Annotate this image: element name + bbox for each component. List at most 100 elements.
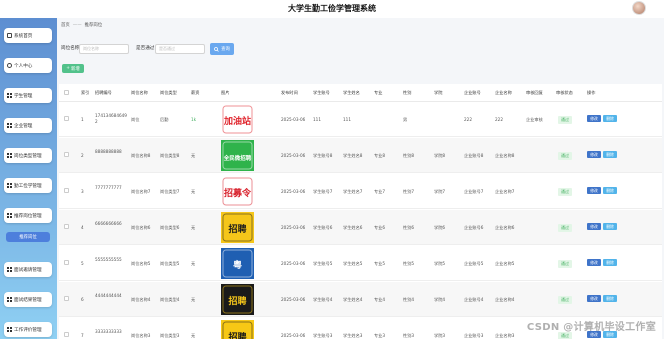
cell-salary: 1k bbox=[191, 117, 197, 122]
delete-button[interactable]: 删除 bbox=[603, 151, 617, 158]
sidebar-item-interview-results[interactable]: 面试结果管理 bbox=[4, 292, 52, 307]
column-header: 企业账号 bbox=[464, 90, 481, 95]
edit-button[interactable]: 修改 bbox=[587, 151, 601, 158]
sidebar-item-profile[interactable]: 个人中心 bbox=[4, 58, 52, 73]
cell-gender: 性别6 bbox=[403, 225, 415, 230]
cell-code: 6666666666 bbox=[95, 221, 122, 226]
edit-button[interactable]: 修改 bbox=[587, 115, 601, 122]
add-button[interactable]: + 新增 bbox=[62, 64, 84, 73]
watermark: CSDN @计算机毕设工作室 bbox=[526, 322, 656, 333]
column-header: 企业名称 bbox=[495, 90, 512, 95]
delete-button[interactable]: 删除 bbox=[603, 223, 617, 230]
cell-date: 2025-03-06 bbox=[281, 153, 306, 158]
row-checkbox[interactable] bbox=[64, 332, 69, 337]
cell-index: 6 bbox=[81, 297, 84, 302]
column-header: 专业 bbox=[374, 90, 383, 95]
cell-type: 岗位类型3 bbox=[160, 333, 180, 338]
approved-input[interactable]: 是否通过 bbox=[155, 44, 205, 54]
search-button[interactable]: 查询 bbox=[210, 43, 234, 55]
column-header: 学生账号 bbox=[313, 90, 330, 95]
cell-index: 7 bbox=[81, 333, 84, 338]
search-label-job-name: 岗位名称 bbox=[61, 46, 80, 51]
job-image: 招聘 bbox=[221, 284, 254, 315]
row-checkbox[interactable] bbox=[64, 152, 69, 157]
cell-major: 专业8 bbox=[374, 153, 386, 158]
column-header: 操作 bbox=[587, 90, 596, 95]
cell-company: 企业名称5 bbox=[495, 261, 515, 266]
sidebar-item-students[interactable]: 学生管理 bbox=[4, 88, 52, 103]
cell-name: 岗位名称3 bbox=[131, 333, 151, 338]
sidebar-item-evaluations[interactable]: 工作评价管理 bbox=[4, 322, 52, 337]
row-checkbox[interactable] bbox=[64, 188, 69, 193]
grid-icon bbox=[7, 267, 12, 272]
row-checkbox[interactable] bbox=[64, 224, 69, 229]
cell-type: 岗位类型4 bbox=[160, 297, 180, 302]
cell-name: 岗位名称7 bbox=[131, 189, 151, 194]
cell-company: 企业名称7 bbox=[495, 189, 515, 194]
cell-company-account: 企业账号5 bbox=[464, 261, 484, 266]
cell-company: 企业名称3 bbox=[495, 333, 515, 338]
cell-type: 岗位类型5 bbox=[160, 261, 180, 266]
cell-student: 学生姓名8 bbox=[343, 153, 363, 158]
column-header: 索引 bbox=[81, 90, 90, 95]
cell-company-account: 企业账号3 bbox=[464, 333, 484, 338]
top-bar: 大学生勤工俭学管理系统 bbox=[0, 0, 664, 18]
add-button-label: 新增 bbox=[70, 66, 80, 72]
cell-college: 学院4 bbox=[434, 297, 446, 302]
job-image: 全民微招聘 bbox=[221, 140, 254, 171]
column-header: 图片 bbox=[221, 90, 230, 95]
column-header: 审核回复 bbox=[526, 90, 543, 95]
cell-company-account: 222 bbox=[464, 117, 472, 122]
sidebar-item-companies[interactable]: 企业管理 bbox=[4, 118, 52, 133]
cell-company-account: 企业账号4 bbox=[464, 297, 484, 302]
cell-name: 岗位名称8 bbox=[131, 153, 151, 158]
cell-major: 专业4 bbox=[374, 297, 386, 302]
cell-gender: 性别3 bbox=[403, 333, 415, 338]
image-text: 招聘 bbox=[228, 223, 246, 235]
edit-button[interactable]: 修改 bbox=[587, 259, 601, 266]
cell-code: 3333333333 bbox=[95, 329, 122, 334]
delete-button[interactable]: 删除 bbox=[603, 295, 617, 302]
cell-salary: 无 bbox=[191, 297, 196, 302]
cell-name: 岗位 bbox=[131, 117, 140, 122]
sidebar-item-recommend-admin[interactable]: 推荐岗位管理 bbox=[4, 208, 52, 223]
edit-button[interactable]: 修改 bbox=[587, 187, 601, 194]
sidebar-item-interview-invites[interactable]: 面试邀请管理 bbox=[4, 262, 52, 277]
edit-button[interactable]: 修改 bbox=[587, 295, 601, 302]
cell-date: 2025-03-06 bbox=[281, 117, 306, 122]
job-name-input[interactable]: 岗位名称 bbox=[79, 44, 129, 54]
user-icon bbox=[7, 63, 12, 68]
select-all-checkbox[interactable] bbox=[64, 90, 69, 95]
cell-major: 专业6 bbox=[374, 225, 386, 230]
row-checkbox[interactable] bbox=[64, 116, 69, 121]
search-button-label: 查询 bbox=[221, 47, 230, 52]
cell-code: 1741346846492 bbox=[95, 113, 127, 124]
status-badge: 通过 bbox=[558, 332, 572, 339]
sidebar-item-work-study[interactable]: 勤工俭学管理 bbox=[4, 178, 52, 193]
delete-button[interactable]: 删除 bbox=[603, 259, 617, 266]
row-checkbox[interactable] bbox=[64, 260, 69, 265]
grid-icon bbox=[7, 297, 12, 302]
sidebar-item-home[interactable]: 系统首页 bbox=[4, 28, 52, 43]
cell-name: 岗位名称6 bbox=[131, 225, 151, 230]
image-text: 招聘 bbox=[228, 295, 246, 307]
delete-button[interactable]: 删除 bbox=[603, 115, 617, 122]
cell-salary: 无 bbox=[191, 225, 196, 230]
status-badge: 通过 bbox=[558, 152, 572, 160]
column-header: 发布时间 bbox=[281, 90, 298, 95]
breadcrumb-home[interactable]: 首页 bbox=[61, 23, 70, 28]
cell-account: 111 bbox=[313, 117, 321, 122]
sidebar-item-label: 岗位类型管理 bbox=[14, 153, 42, 159]
avatar[interactable] bbox=[632, 1, 646, 15]
sidebar-item-label: 企业管理 bbox=[14, 123, 33, 129]
column-header: 招聘编号 bbox=[95, 90, 112, 95]
cell-name: 岗位名称5 bbox=[131, 261, 151, 266]
cell-college: 学院6 bbox=[434, 225, 446, 230]
delete-button[interactable]: 删除 bbox=[603, 187, 617, 194]
cell-company: 企业名称4 bbox=[495, 297, 515, 302]
sidebar-item-job-types[interactable]: 岗位类型管理 bbox=[4, 148, 52, 163]
sidebar-subitem-recommend[interactable]: 推荐岗位 bbox=[6, 232, 50, 242]
row-checkbox[interactable] bbox=[64, 296, 69, 301]
edit-button[interactable]: 修改 bbox=[587, 223, 601, 230]
job-image: 招聘 bbox=[221, 320, 254, 339]
